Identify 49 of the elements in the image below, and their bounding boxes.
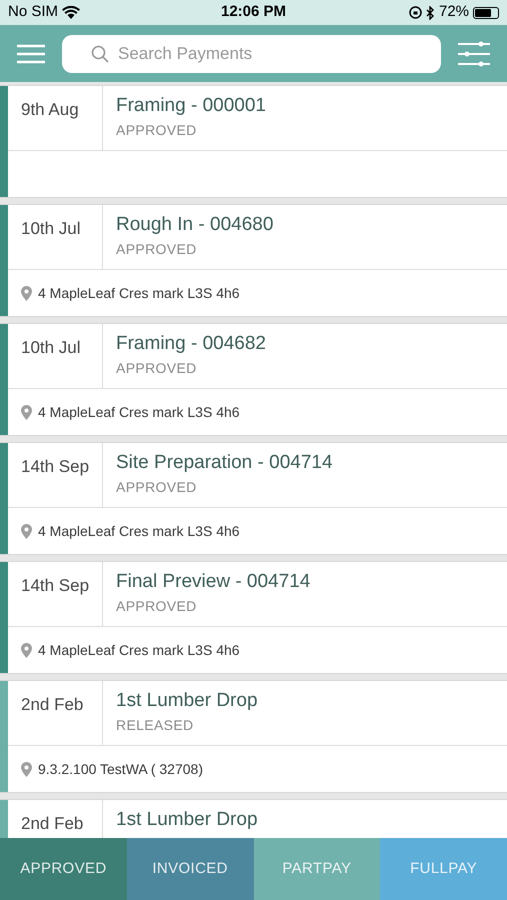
date-text: 9th Aug [21,100,79,119]
date-text: 10th Jul [21,219,81,238]
battery-icon [473,6,500,18]
payment-card[interactable]: 10th Jul Rough In - 004680 APPROVED 4 MapleLeaf Cres mark L3S 4h6 [0,204,507,317]
filter-tab[interactable]: APPROVED [0,838,127,900]
payment-title: Framing - 004682 [116,332,267,356]
address-text: 4 MapleLeaf Cres mark L3S 4h6 [38,402,240,422]
payment-card[interactable]: 2nd Feb 1st Lumber Drop [0,799,507,838]
date-text: 2nd Feb [21,695,84,714]
payment-card[interactable]: 9th Aug Framing - 000001 APPROVED [0,85,507,198]
battery-text: 72% [438,2,470,22]
location-pin-icon [21,404,32,420]
payment-title: 1st Lumber Drop [116,808,259,832]
status-text: APPROVED [116,597,198,616]
bluetooth-icon [426,6,435,20]
status-text: APPROVED [116,478,198,497]
payment-card[interactable]: 14th Sep Final Preview - 004714 APPROVED 4 MapleLeaf Cres mark L3S 4h6 [0,561,507,674]
payment-title: Site Preparation - 004714 [116,451,334,475]
payment-card[interactable]: 10th Jul Framing - 004682 APPROVED 4 MapleLeaf Cres mark L3S 4h6 [0,323,507,436]
date-text: 14th Sep [21,457,90,476]
search-icon [91,44,109,62]
address-text: 4 MapleLeaf Cres mark L3S 4h6 [38,522,240,541]
location-pin-icon [21,286,32,300]
date-text: 2nd Feb [21,814,84,833]
location-pin-icon [21,762,32,776]
address-text: 4 MapleLeaf Cres mark L3S 4h6 [38,284,240,303]
address-text: 9.3.2.100 TestWA ( 32708) [38,760,203,779]
address-text: 4 MapleLeaf Cres mark L3S 4h6 [38,640,240,660]
search-field[interactable]: Search Payments [62,34,441,72]
payment-title: Final Preview - 004714 [116,570,312,594]
payment-title: Rough In - 004680 [116,213,274,237]
rotation-lock-icon [408,6,422,19]
status-text: APPROVED [116,359,198,378]
menu-icon[interactable] [16,44,46,64]
status-text: APPROVED [116,240,198,259]
location-pin-icon [21,642,32,658]
clock-text: 12:06 PM [220,2,286,22]
wifi-icon [62,6,80,19]
carrier-text: No SIM [8,2,58,22]
date-text: 14th Sep [21,576,90,595]
status-text: RELEASED [116,716,194,735]
payment-title: Framing - 000001 [116,94,267,118]
payment-card[interactable]: 2nd Feb 1st Lumber Drop RELEASED 9.3.2.100 TestWA ( 32708) [0,680,507,793]
date-text: 10th Jul [21,338,81,357]
filter-icon[interactable] [457,40,491,66]
payment-card[interactable]: 14th Sep Site Preparation - 004714 APPROVED 4 MapleLeaf Cres mark L3S 4h6 [0,442,507,555]
location-pin-icon [21,524,32,538]
status-text: APPROVED [116,121,198,140]
payment-title: 1st Lumber Drop [116,689,259,713]
